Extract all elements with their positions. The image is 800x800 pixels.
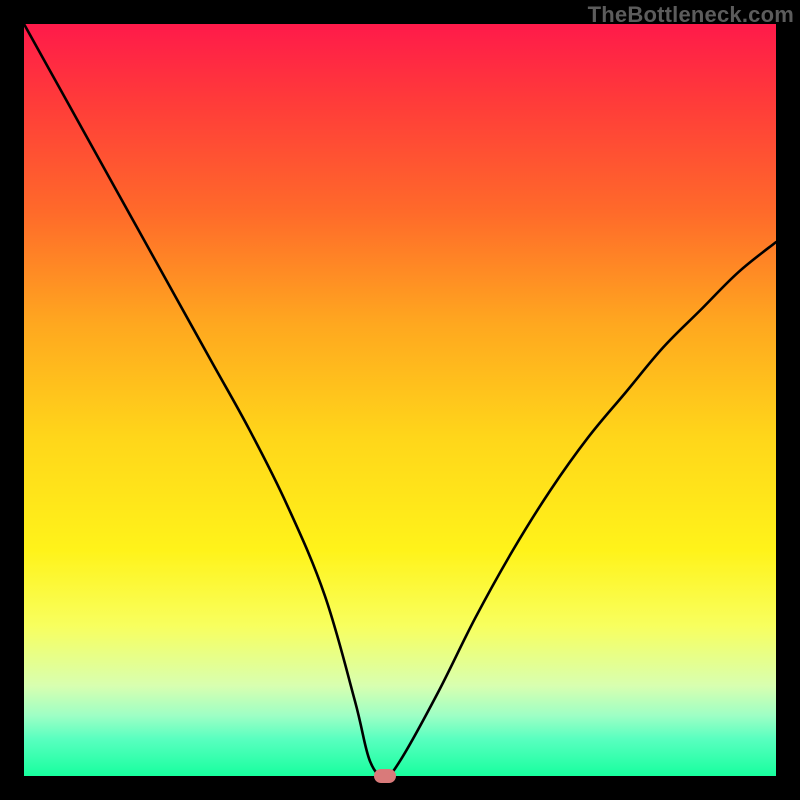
chart-frame: TheBottleneck.com (0, 0, 800, 800)
bottleneck-curve (24, 24, 776, 776)
plot-area (24, 24, 776, 776)
optimal-point-marker (374, 769, 396, 783)
